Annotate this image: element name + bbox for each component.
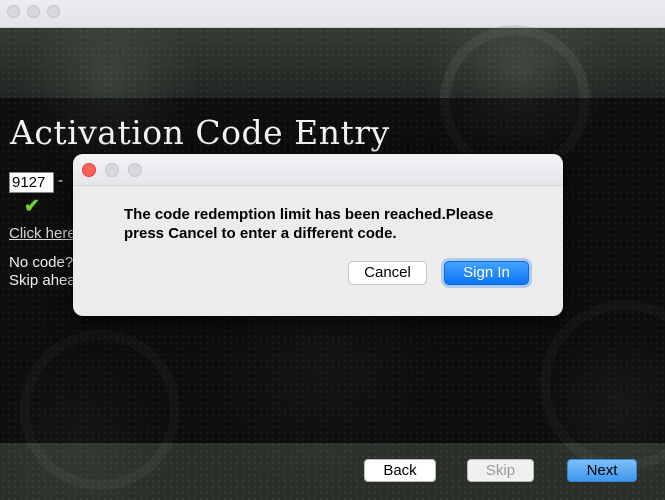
- app-window: Activation Code Entry 9127 - ✔ Click her…: [0, 0, 665, 500]
- no-code-text: No code?: [9, 254, 74, 271]
- dialog-zoom-button: [128, 163, 142, 177]
- window-zoom-button[interactable]: [47, 5, 60, 18]
- footer-bar: [0, 443, 665, 500]
- dialog-titlebar: [73, 154, 563, 186]
- cancel-button[interactable]: Cancel: [348, 261, 427, 285]
- skip-button[interactable]: Skip: [467, 459, 534, 482]
- back-button[interactable]: Back: [364, 459, 436, 482]
- code-separator: -: [58, 172, 63, 189]
- skip-ahead-text: Skip ahea: [9, 272, 76, 289]
- dialog-message: The code redemption limit has been reach…: [124, 206, 494, 242]
- dialog-minimize-button: [105, 163, 119, 177]
- dialog-close-button[interactable]: [82, 163, 96, 177]
- activation-code-field[interactable]: 9127: [9, 172, 54, 193]
- window-minimize-button[interactable]: [27, 5, 40, 18]
- sign-in-button[interactable]: Sign In: [444, 261, 529, 285]
- alert-dialog: The code redemption limit has been reach…: [73, 154, 563, 316]
- window-close-button[interactable]: [7, 5, 20, 18]
- window-titlebar: [0, 0, 665, 28]
- checkmark-icon: ✔: [24, 196, 40, 217]
- page-title: Activation Code Entry: [10, 113, 390, 152]
- click-here-link[interactable]: Click here: [9, 225, 76, 242]
- next-button[interactable]: Next: [567, 459, 637, 482]
